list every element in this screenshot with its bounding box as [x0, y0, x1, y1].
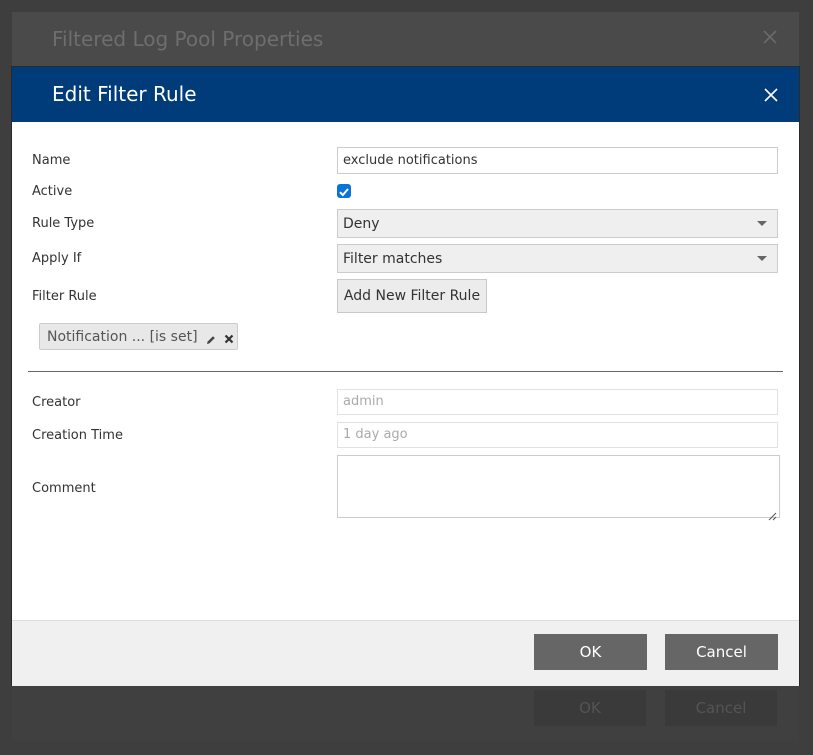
chevron-down-icon: [757, 256, 767, 261]
apply-if-select[interactable]: Filter matches: [337, 244, 778, 273]
filter-rule-tag-text: Notification ... [is set]: [47, 329, 198, 345]
dialog-header: Edit Filter Rule: [12, 67, 799, 122]
background-cancel-button[interactable]: Cancel: [665, 690, 777, 726]
creation-time-field: 1 day ago: [337, 422, 778, 448]
apply-if-label: Apply If: [32, 251, 82, 266]
creator-label: Creator: [32, 395, 81, 410]
chevron-down-icon: [757, 221, 767, 226]
close-icon[interactable]: [759, 26, 781, 48]
creator-field: admin: [337, 389, 778, 415]
close-icon[interactable]: [760, 84, 782, 106]
apply-if-value: Filter matches: [343, 251, 443, 267]
add-filter-rule-button[interactable]: Add New Filter Rule: [337, 279, 487, 313]
resize-grip-icon[interactable]: [768, 506, 777, 521]
remove-icon[interactable]: [223, 330, 235, 344]
ok-button[interactable]: OK: [534, 634, 647, 670]
active-label: Active: [32, 184, 73, 199]
pencil-icon[interactable]: [205, 331, 217, 344]
comment-textarea[interactable]: [337, 455, 780, 521]
rule-type-label: Rule Type: [32, 216, 95, 231]
creation-time-label: Creation Time: [32, 428, 123, 443]
dialog-title: Edit Filter Rule: [52, 82, 197, 106]
active-checkbox[interactable]: [337, 184, 351, 198]
filter-rule-tag: Notification ... [is set]: [39, 323, 238, 350]
cancel-button[interactable]: Cancel: [665, 634, 778, 670]
comment-label: Comment: [32, 481, 96, 496]
dialog-footer: OK Cancel: [12, 620, 799, 686]
filter-rule-label: Filter Rule: [32, 289, 97, 304]
edit-filter-rule-dialog: Edit Filter Rule Name exclude notificati…: [12, 67, 799, 686]
name-label: Name: [32, 153, 71, 168]
section-divider: [28, 371, 783, 372]
rule-type-select[interactable]: Deny: [337, 209, 778, 238]
rule-type-value: Deny: [343, 216, 380, 232]
name-input[interactable]: exclude notifications: [337, 147, 778, 174]
background-ok-button[interactable]: OK: [534, 690, 646, 726]
background-dialog-footer: OK Cancel: [12, 684, 799, 741]
background-dialog-title: Filtered Log Pool Properties: [52, 27, 324, 51]
